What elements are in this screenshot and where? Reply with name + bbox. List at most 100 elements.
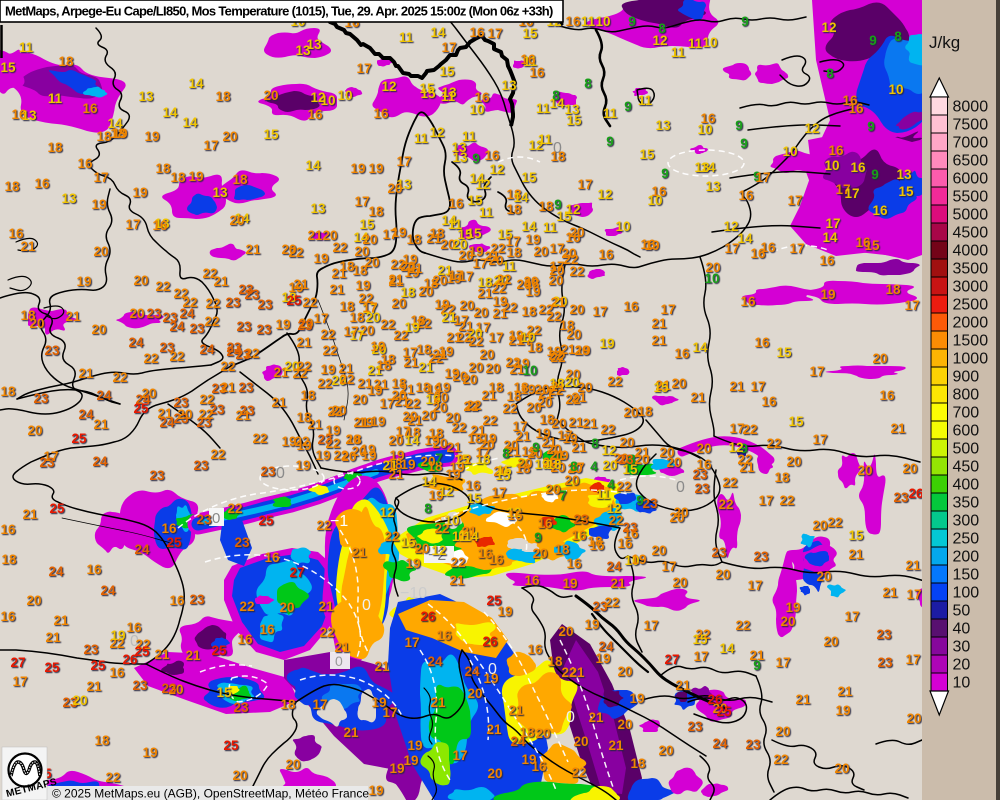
svg-text:24: 24 — [78, 407, 94, 422]
svg-text:17: 17 — [905, 652, 920, 667]
svg-text:14: 14 — [719, 641, 735, 656]
svg-text:16: 16 — [761, 394, 777, 409]
svg-text:11: 11 — [448, 217, 463, 232]
svg-text:23: 23 — [711, 545, 727, 560]
svg-text:15: 15 — [216, 685, 232, 700]
svg-text:15: 15 — [622, 462, 638, 477]
svg-text:22: 22 — [451, 420, 466, 435]
svg-text:25: 25 — [90, 658, 106, 673]
svg-text:22: 22 — [571, 765, 586, 780]
svg-text:23: 23 — [745, 737, 761, 752]
svg-text:16: 16 — [264, 550, 280, 565]
svg-text:17: 17 — [844, 609, 859, 624]
svg-text:15: 15 — [898, 184, 914, 199]
svg-text:200: 200 — [953, 549, 980, 566]
svg-text:21: 21 — [634, 445, 650, 460]
svg-text:21: 21 — [481, 388, 497, 403]
svg-text:9: 9 — [871, 167, 879, 182]
svg-text:21: 21 — [582, 416, 598, 431]
svg-text:300: 300 — [953, 513, 980, 530]
svg-text:14: 14 — [737, 231, 753, 246]
svg-text:9: 9 — [735, 118, 743, 133]
svg-text:22: 22 — [735, 618, 750, 633]
svg-text:15: 15 — [639, 147, 655, 162]
svg-text:22: 22 — [204, 314, 219, 329]
svg-text:22: 22 — [292, 366, 307, 381]
svg-text:21: 21 — [22, 507, 38, 522]
svg-text:22: 22 — [210, 447, 225, 462]
svg-text:12: 12 — [723, 219, 738, 234]
svg-text:16: 16 — [740, 294, 756, 309]
svg-text:14: 14 — [188, 76, 204, 91]
svg-text:7: 7 — [435, 451, 443, 466]
svg-text:23: 23 — [317, 432, 333, 447]
svg-text:10: 10 — [702, 35, 717, 50]
svg-text:20: 20 — [387, 181, 402, 196]
svg-text:20: 20 — [535, 726, 550, 741]
svg-text:13: 13 — [705, 179, 721, 194]
svg-text:19: 19 — [142, 745, 157, 760]
svg-text:23: 23 — [753, 549, 769, 564]
svg-text:19: 19 — [562, 576, 577, 591]
svg-text:16: 16 — [152, 218, 168, 233]
svg-text:20: 20 — [27, 423, 42, 438]
svg-text:22: 22 — [773, 752, 788, 767]
svg-text:© 2025 MetMaps.eu (AGB), OpenS: © 2025 MetMaps.eu (AGB), OpenStreetMap, … — [52, 787, 369, 801]
svg-text:21: 21 — [388, 272, 404, 287]
svg-text:17: 17 — [724, 241, 739, 256]
svg-text:20: 20 — [487, 766, 502, 781]
svg-text:16: 16 — [373, 106, 389, 121]
svg-text:16: 16 — [738, 188, 754, 203]
svg-text:21: 21 — [651, 333, 667, 348]
svg-text:16: 16 — [850, 160, 866, 175]
svg-text:0: 0 — [212, 510, 220, 527]
svg-text:17: 17 — [592, 304, 607, 319]
svg-text:11: 11 — [688, 36, 703, 51]
svg-text:8: 8 — [826, 66, 834, 81]
svg-text:20: 20 — [488, 253, 503, 268]
svg-text:22: 22 — [332, 240, 347, 255]
svg-text:18: 18 — [506, 245, 522, 260]
svg-text:17: 17 — [789, 241, 804, 256]
svg-text:12: 12 — [489, 162, 504, 177]
svg-text:18: 18 — [519, 725, 535, 740]
svg-text:20: 20 — [823, 634, 838, 649]
svg-text:21: 21 — [837, 684, 853, 699]
svg-text:21: 21 — [307, 228, 323, 243]
svg-text:15: 15 — [439, 64, 455, 79]
svg-text:26: 26 — [482, 634, 498, 649]
svg-text:24: 24 — [712, 736, 728, 751]
svg-text:100: 100 — [953, 585, 980, 602]
svg-text:18: 18 — [637, 404, 653, 419]
svg-text:16: 16 — [488, 552, 504, 567]
svg-text:23: 23 — [256, 322, 272, 337]
svg-text:18: 18 — [110, 126, 126, 141]
svg-text:20: 20 — [786, 454, 801, 469]
svg-text:7: 7 — [559, 488, 567, 503]
svg-text:9: 9 — [867, 119, 875, 134]
svg-text:14: 14 — [700, 160, 716, 175]
svg-text:21: 21 — [343, 725, 359, 740]
svg-text:18: 18 — [406, 232, 422, 247]
svg-text:21: 21 — [271, 395, 287, 410]
svg-text:21: 21 — [446, 330, 462, 345]
svg-text:25: 25 — [166, 535, 182, 550]
svg-text:14: 14 — [822, 230, 838, 245]
svg-text:22: 22 — [302, 295, 317, 310]
svg-text:23: 23 — [692, 467, 708, 482]
svg-text:20: 20 — [666, 455, 681, 470]
svg-text:11: 11 — [581, 14, 596, 29]
svg-text:16: 16 — [0, 522, 16, 537]
svg-text:24: 24 — [100, 583, 116, 598]
svg-text:21: 21 — [220, 380, 236, 395]
svg-text:23: 23 — [33, 391, 49, 406]
svg-text:16: 16 — [828, 143, 844, 158]
svg-text:18: 18 — [280, 697, 296, 712]
svg-text:13: 13 — [451, 140, 467, 155]
svg-text:450: 450 — [953, 459, 980, 476]
svg-text:21: 21 — [848, 547, 864, 562]
svg-text:17: 17 — [203, 138, 218, 153]
svg-text:0: 0 — [362, 597, 371, 614]
svg-text:15: 15 — [495, 468, 511, 483]
svg-text:23: 23 — [622, 520, 638, 535]
